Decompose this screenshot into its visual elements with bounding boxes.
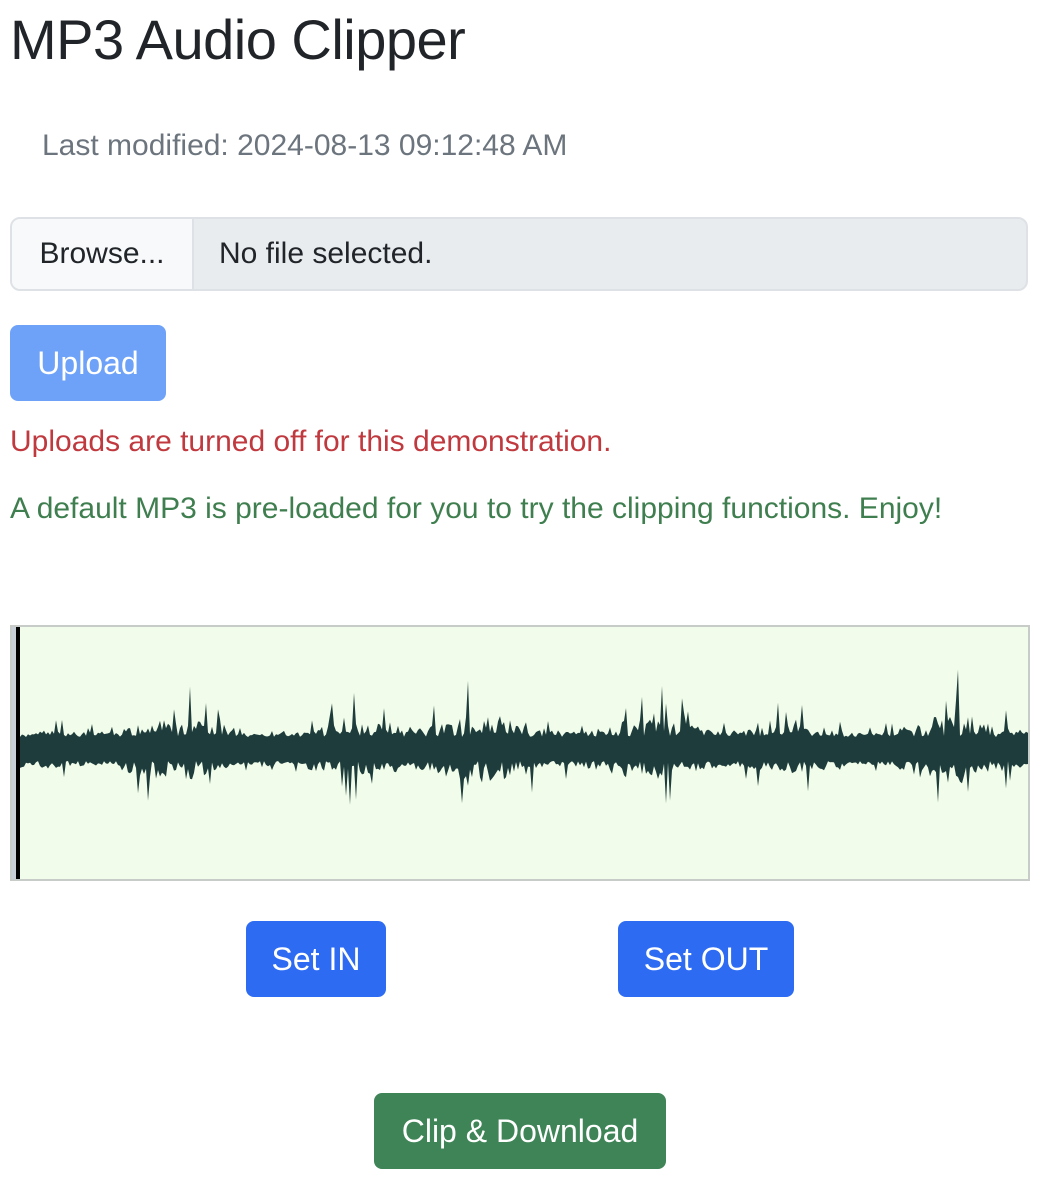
file-status-text: No file selected. xyxy=(219,237,433,270)
default-mp3-message: A default MP3 is pre-loaded for you to t… xyxy=(10,492,943,525)
set-in-button[interactable]: Set IN xyxy=(246,921,386,997)
browse-button[interactable]: Browse... xyxy=(12,219,194,289)
waveform-svg[interactable] xyxy=(12,627,1028,879)
set-out-button[interactable]: Set OUT xyxy=(618,921,794,997)
uploads-disabled-message: Uploads are turned off for this demonstr… xyxy=(10,425,612,458)
playhead[interactable] xyxy=(16,627,20,879)
waveform-display[interactable] xyxy=(10,625,1030,881)
clip-download-button[interactable]: Clip & Download xyxy=(374,1093,666,1169)
file-input[interactable]: Browse... No file selected. xyxy=(10,217,1028,291)
last-modified-text: Last modified: 2024-08-13 09:12:48 AM xyxy=(42,129,568,162)
upload-button[interactable]: Upload xyxy=(10,325,166,401)
page-title: MP3 Audio Clipper xyxy=(10,8,466,71)
waveform-left-edge xyxy=(12,627,16,879)
